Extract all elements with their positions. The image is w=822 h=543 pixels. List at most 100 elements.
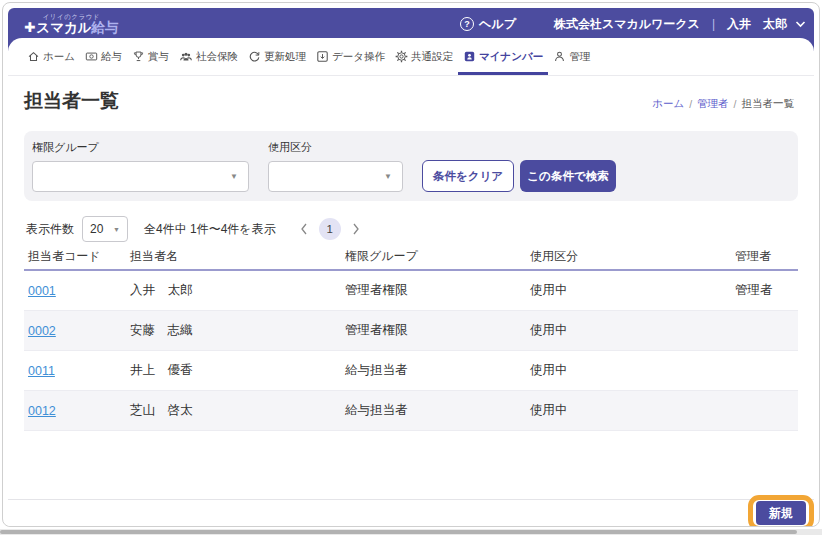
content-sheet: ホーム 給与 賞与 社会保険 更新処理 データ操作 (8, 38, 814, 526)
search-button[interactable]: この条件で検索 (520, 160, 616, 192)
home-icon (27, 50, 40, 63)
staff-table: 担当者コード 担当者名 権限グループ 使用区分 管理者 0001 入井 太郎 管… (24, 244, 798, 431)
pagination-row: 表示件数 20 ▼ 全4件中 1件〜4件を表示 1 (26, 216, 798, 242)
nav-item-admin[interactable]: 管理 (548, 38, 595, 75)
current-page-badge[interactable]: 1 (319, 218, 341, 240)
staff-name: 井上 優香 (126, 362, 341, 379)
download-box-icon (316, 50, 329, 63)
filter-field-permission-group: 権限グループ ▼ (32, 140, 249, 192)
nav-label: 賞与 (148, 50, 169, 64)
col-header-name: 担当者名 (126, 248, 341, 265)
footer-bar: 新規 (8, 499, 814, 526)
staff-code-link[interactable]: 0012 (28, 404, 56, 418)
staff-usage: 使用中 (526, 402, 731, 419)
nav-item-common-settings[interactable]: 共通設定 (390, 38, 458, 75)
usage-select[interactable]: ▼ (268, 161, 403, 192)
breadcrumb-separator: / (689, 98, 692, 110)
col-header-code: 担当者コード (24, 248, 126, 265)
help-button[interactable]: ? ヘルプ (460, 16, 516, 33)
nav-label: 更新処理 (264, 50, 306, 64)
user-name[interactable]: 入井 太郎 (727, 16, 787, 33)
nav-label: データ操作 (332, 50, 385, 64)
pagination-summary: 全4件中 1件〜4件を表示 (144, 221, 276, 238)
permission-group-label: 権限グループ (32, 140, 249, 155)
table-row: 0001 入井 太郎 管理者権限 使用中 管理者 (24, 271, 798, 311)
clear-conditions-button[interactable]: 条件をクリア (422, 160, 514, 192)
table-row: 0002 安藤 志織 管理者権限 使用中 (24, 311, 798, 351)
breadcrumb-current: 担当者一覧 (742, 97, 795, 111)
new-button[interactable]: 新規 (756, 501, 806, 525)
staff-group: 管理者権限 (341, 282, 526, 299)
staff-code-link[interactable]: 0011 (28, 364, 55, 378)
id-card-icon (463, 50, 476, 63)
permission-group-select[interactable]: ▼ (32, 161, 249, 192)
staff-group: 給与担当者 (341, 402, 526, 419)
staff-name: 入井 太郎 (126, 282, 341, 299)
usage-label: 使用区分 (268, 140, 403, 155)
table-row: 0011 井上 優香 給与担当者 使用中 (24, 351, 798, 391)
topbar-divider: | (712, 17, 715, 31)
page-size-select[interactable]: 20 ▼ (82, 216, 128, 242)
nav-label: ホーム (43, 50, 75, 64)
main-nav: ホーム 給与 賞与 社会保険 更新処理 データ操作 (8, 38, 814, 76)
nav-label: 給与 (101, 50, 122, 64)
staff-group: 給与担当者 (341, 362, 526, 379)
col-header-admin: 管理者 (731, 248, 798, 265)
brand-plus-icon: ✚ (24, 20, 35, 36)
staff-usage: 使用中 (526, 362, 731, 379)
brand-name: ✚スマカル給与 (24, 20, 119, 36)
staff-name: 芝山 啓太 (126, 402, 341, 419)
next-page-icon[interactable] (352, 223, 360, 235)
staff-code-link[interactable]: 0001 (28, 284, 56, 298)
pager: 1 (300, 218, 360, 240)
col-header-usage: 使用区分 (526, 248, 731, 265)
breadcrumb: ホーム / 管理者 / 担当者一覧 (652, 97, 798, 114)
staff-name: 安藤 志織 (126, 322, 341, 339)
nav-item-salary[interactable]: 給与 (80, 38, 127, 75)
app-window: イリイのクラウド ✚スマカル給与 ? ヘルプ 株式会社スマカルワークス | 入井… (2, 2, 820, 527)
person-icon (553, 50, 566, 63)
caret-down-icon: ▼ (384, 172, 392, 181)
people-icon (179, 50, 193, 63)
scrollbar-thumb[interactable] (0, 530, 797, 534)
filter-field-usage: 使用区分 ▼ (268, 140, 403, 192)
page-title: 担当者一覧 (24, 88, 119, 114)
help-label: ヘルプ (479, 16, 516, 33)
nav-item-mynumber[interactable]: マイナンバー (458, 38, 548, 75)
breadcrumb-home[interactable]: ホーム (652, 97, 684, 111)
nav-item-update[interactable]: 更新処理 (243, 38, 311, 75)
nav-label: 共通設定 (411, 50, 453, 64)
staff-usage: 使用中 (526, 282, 731, 299)
horizontal-scrollbar[interactable] (0, 529, 822, 535)
nav-item-bonus[interactable]: 賞与 (127, 38, 174, 75)
caret-down-icon: ▼ (113, 226, 120, 233)
nav-item-data-operations[interactable]: データ操作 (311, 38, 390, 75)
company-name: 株式会社スマカルワークス (554, 16, 700, 33)
highlight-ring: 新規 (756, 501, 806, 525)
staff-group: 管理者権限 (341, 322, 526, 339)
nav-item-social-insurance[interactable]: 社会保険 (174, 38, 243, 75)
breadcrumb-admin[interactable]: 管理者 (697, 97, 729, 111)
help-icon: ? (460, 17, 474, 31)
prev-page-icon[interactable] (300, 223, 308, 235)
staff-code-link[interactable]: 0002 (28, 324, 56, 338)
staff-admin: 管理者 (731, 282, 798, 299)
nav-item-home[interactable]: ホーム (22, 38, 80, 75)
table-header-row: 担当者コード 担当者名 権限グループ 使用区分 管理者 (24, 244, 798, 269)
page-size-value: 20 (90, 222, 103, 236)
chevron-down-icon[interactable] (795, 20, 806, 28)
banknote-icon (85, 50, 98, 63)
brand-name-text: スマカル (36, 20, 91, 36)
brand-tagline: イリイのクラウド (24, 13, 119, 20)
col-header-group: 権限グループ (341, 248, 526, 265)
caret-down-icon: ▼ (230, 172, 238, 181)
filter-panel: 権限グループ ▼ 使用区分 ▼ 条件をクリア この条件で検索 (24, 131, 798, 201)
staff-usage: 使用中 (526, 322, 731, 339)
nav-label: 社会保険 (196, 50, 238, 64)
breadcrumb-separator: / (734, 98, 737, 110)
nav-label: マイナンバー (479, 50, 543, 64)
topbar-right: ? ヘルプ 株式会社スマカルワークス | 入井 太郎 (460, 8, 806, 40)
page-size-label: 表示件数 (26, 221, 74, 238)
nav-label: 管理 (569, 50, 590, 64)
gear-icon (395, 50, 408, 63)
